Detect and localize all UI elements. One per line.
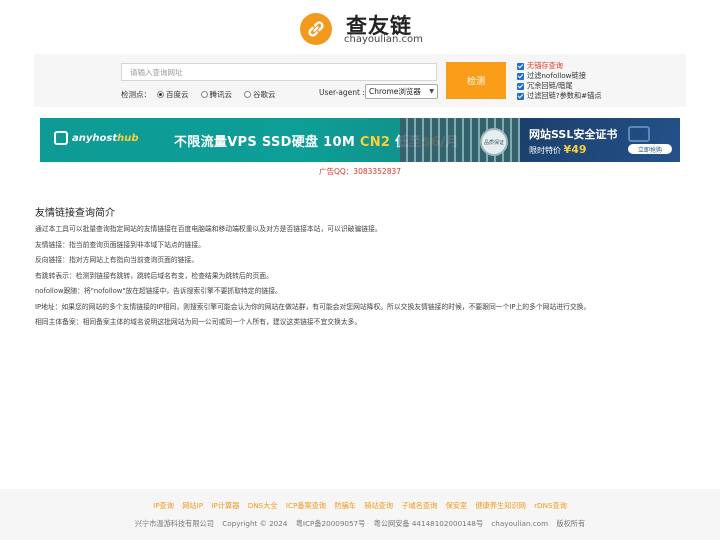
ssl-price-line: 限时特价 ¥49 xyxy=(529,143,587,156)
footer-link[interactable]: rDNS查询 xyxy=(534,501,567,510)
footer-copyright: 兴宁市温游科技有限公司 Copyright © 2024 粤ICP备200090… xyxy=(0,519,720,529)
option-label: 过滤回链?参数和#锚点 xyxy=(527,91,602,100)
intro-paragraph: IP地址：如果您的网站的多个友情链接的IP相同，则搜索引擎可能会认为你的网站在做… xyxy=(35,302,591,311)
radio-checked-icon xyxy=(157,90,164,98)
checkbox-checked-icon xyxy=(517,82,524,90)
icp-record[interactable]: 粤ICP备20009057号 xyxy=(296,519,366,528)
option-no-anchor[interactable]: 无锚存查询 xyxy=(517,61,602,71)
option-filter-nofollow[interactable]: 过滤nofollow链接 xyxy=(517,71,602,81)
footer-link[interactable]: 健康养生知识网 xyxy=(475,501,525,510)
company-name: 兴宁市温游科技有限公司 xyxy=(134,519,214,528)
quality-stamp: 品质保证 xyxy=(480,128,508,156)
intro-paragraph: 有跳转表示：检测到链接有跳转，跳转后域名有变，检查结果为跳转后的页面。 xyxy=(35,271,273,280)
logo-domain: chayoulian.com xyxy=(344,34,423,45)
checkbox-checked-icon xyxy=(517,62,524,70)
vps-ad: anyhosthub 不限流量VPS SSD硬盘 10M CN2 低至$6/月 … xyxy=(40,118,520,162)
footer-link[interactable]: 网站IP xyxy=(182,501,203,510)
engine-radio-google[interactable]: 谷歌云 xyxy=(244,89,276,100)
site-logo[interactable]: 查友链 chayoulian.com xyxy=(298,11,428,47)
brand-name-a: anyhost xyxy=(72,132,118,144)
user-agent-select[interactable]: Chrome浏览器 ▼ xyxy=(365,84,438,99)
option-label: 过滤nofollow链接 xyxy=(527,71,586,80)
option-label: 冗余回链/暗尾 xyxy=(527,81,573,90)
radio-unchecked-icon xyxy=(244,90,251,98)
footer: IP查询 网站IP IP计算器 DNS大全 ICP备案查询 防骗车 骑站查询 子… xyxy=(0,489,720,540)
option-label: 无锚存查询 xyxy=(527,61,563,70)
engine-label: 腾讯云 xyxy=(209,89,233,99)
ssl-price-label: 限时特价 xyxy=(529,146,564,155)
page: 查友链 chayoulian.com 检测点： 百度云 腾讯云 谷歌云 User… xyxy=(0,0,720,540)
check-button[interactable]: 检测 xyxy=(446,62,506,99)
intro-paragraph: 反向链接：指对方网站上有指向当前查询页面的链接。 xyxy=(35,256,199,264)
engine-label: 谷歌云 xyxy=(253,89,276,99)
ad-contact-qq: 广告QQ：3083352837 xyxy=(318,167,402,176)
option-filter-params[interactable]: 过滤回链?参数和#锚点 xyxy=(517,91,602,101)
intro-paragraph: 通过本工具可以批量查询指定网站的友情链接在百度电脑端和移动端权重以及对方是否链接… xyxy=(35,225,382,233)
anyhosthub-logo: anyhost hub xyxy=(54,131,139,145)
headline-part: 不限流量VPS SSD硬盘 10M xyxy=(174,135,360,150)
chevron-down-icon: ▼ xyxy=(429,88,434,95)
engine-radio-baidu[interactable]: 百度云 xyxy=(157,89,189,100)
user-agent-label: User-agent : xyxy=(319,88,365,97)
option-redundant-backlink[interactable]: 冗余回链/暗尾 xyxy=(517,81,602,91)
rights-reserved: 版权所有 xyxy=(556,519,586,528)
ad-banner[interactable]: anyhosthub 不限流量VPS SSD硬盘 10M CN2 低至$6/月 … xyxy=(40,118,680,162)
copyright: Copyright © 2024 xyxy=(222,519,288,528)
filter-options: 无锚存查询 过滤nofollow链接 冗余回链/暗尾 过滤回链?参数和#锚点 xyxy=(517,61,602,101)
footer-link[interactable]: IP计算器 xyxy=(211,501,239,510)
search-panel: 检测点： 百度云 腾讯云 谷歌云 User-agent : Chrome浏览器 … xyxy=(34,54,686,107)
intro-paragraph: 友情链接：指当前查询页面链接到非本域下站点的链接。 xyxy=(35,240,205,249)
footer-links: IP查询 网站IP IP计算器 DNS大全 ICP备案查询 防骗车 骑站查询 子… xyxy=(0,501,720,511)
intro-paragraph: nofollow跟随：将"nofollow"放在超链接中，告诉搜索引擎不要抓取特… xyxy=(35,287,282,295)
ssl-title: 网站SSL安全证书 xyxy=(529,128,618,141)
police-record[interactable]: 粤公网安备 44148102000148号 xyxy=(374,519,483,528)
link-icon xyxy=(300,13,332,45)
cube-icon xyxy=(54,131,68,145)
footer-link[interactable]: 防骗车 xyxy=(334,501,356,510)
ssl-price: ¥49 xyxy=(563,143,587,156)
footer-link[interactable]: ICP备案查询 xyxy=(286,501,326,510)
intro-title: 友情链接查询简介 xyxy=(35,208,115,219)
lock-icon xyxy=(628,126,650,142)
ssl-ad: 网站SSL安全证书 限时特价 ¥49 立即抢购 xyxy=(520,118,680,162)
headline-cn2: CN2 xyxy=(359,135,391,150)
engine-radio-tencent[interactable]: 腾讯云 xyxy=(200,89,233,100)
footer-link[interactable]: 骑站查询 xyxy=(364,501,393,510)
buy-now-button[interactable]: 立即抢购 xyxy=(628,144,672,154)
radio-unchecked-icon xyxy=(200,90,208,98)
footer-link[interactable]: IP查询 xyxy=(153,501,174,510)
footer-link[interactable]: 保安室 xyxy=(446,501,468,510)
checkbox-checked-icon xyxy=(517,92,524,100)
footer-link[interactable]: 子域名查询 xyxy=(401,501,437,510)
intro-paragraph: 相同主体备案：相同备案主体的域名说明这批网站为同一公司或同一个人所有，建议这类链… xyxy=(35,318,362,326)
checkbox-checked-icon xyxy=(517,72,524,80)
url-input[interactable] xyxy=(121,63,437,81)
engine-label: 百度云 xyxy=(166,89,189,99)
footer-link[interactable]: DNS大全 xyxy=(248,501,278,510)
detect-point-row: 检测点： 百度云 腾讯云 谷歌云 xyxy=(121,88,276,100)
user-agent-value: Chrome浏览器 xyxy=(369,87,421,96)
brand-name-b: hub xyxy=(117,132,139,144)
intro-section: 友情链接查询简介 通过本工具可以批量查询指定网站的友情链接在百度电脑端和移动端权… xyxy=(35,204,695,334)
detect-label: 检测点： xyxy=(121,89,151,99)
site-domain: chayoulian.com xyxy=(491,519,549,528)
